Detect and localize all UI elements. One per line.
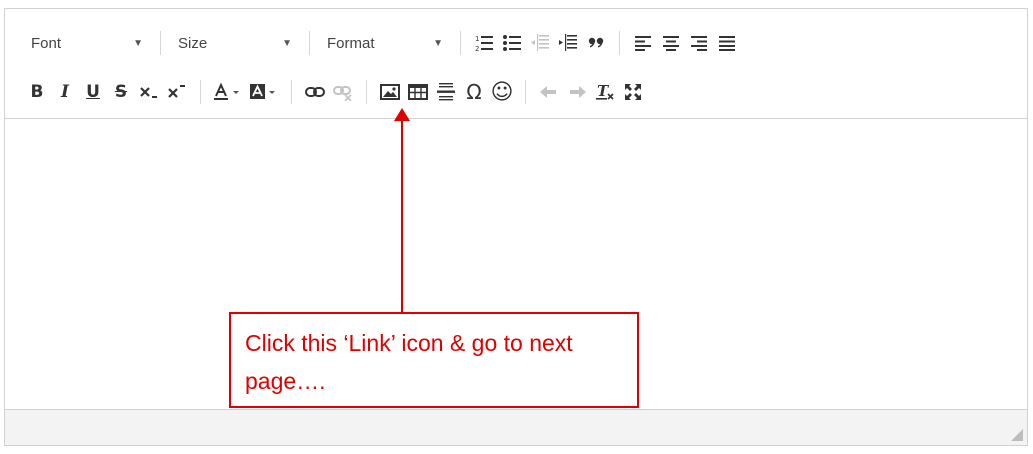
size-dropdown-label: Size: [178, 34, 208, 52]
strikethrough-icon: S: [114, 82, 128, 102]
unlink-button[interactable]: [329, 78, 357, 106]
svg-text:T: T: [597, 83, 610, 100]
horizontal-line-button[interactable]: [432, 78, 460, 106]
redo-icon: [570, 86, 586, 98]
toolbar-separator: [460, 31, 461, 55]
subscript-icon: [140, 87, 157, 98]
toolbar-row-2: B I U S Ω ☺ T: [23, 78, 647, 106]
chevron-down-icon: ▼: [282, 37, 292, 49]
format-dropdown[interactable]: Format ▼: [319, 29, 451, 57]
align-left-icon: [635, 36, 651, 51]
superscript-button[interactable]: [163, 78, 191, 106]
outdent-icon: [531, 34, 549, 51]
bold-icon: B: [30, 82, 44, 102]
toolbar-separator: [160, 31, 161, 55]
bold-button[interactable]: B: [23, 78, 51, 106]
svg-text:1: 1: [475, 35, 479, 43]
font-dropdown[interactable]: Font ▼: [23, 29, 151, 57]
underline-button[interactable]: U: [79, 78, 107, 106]
horizontal-line-icon: [437, 83, 455, 101]
annotation-callout: Click this ‘Link’ icon & go to next page…: [229, 312, 639, 408]
align-justify-icon: [719, 36, 735, 51]
link-icon: [305, 87, 325, 97]
align-right-icon: [691, 36, 707, 51]
maximize-icon: [625, 84, 641, 100]
toolbar-separator: [309, 31, 310, 55]
superscript-icon: [168, 85, 185, 98]
smiley-icon: ☺: [490, 79, 514, 105]
size-dropdown[interactable]: Size ▼: [170, 29, 300, 57]
underline-icon: U: [86, 82, 100, 102]
undo-icon: [540, 86, 556, 98]
resize-grip-icon[interactable]: [1011, 429, 1023, 441]
annotation-arrow-line: [401, 120, 403, 312]
toolbar-separator: [619, 31, 620, 55]
chevron-down-icon: ▼: [433, 37, 443, 49]
annotation-text: Click this ‘Link’ icon & go to next page…: [245, 330, 573, 394]
editor-toolbar: Font ▼ Size ▼ Format ▼ 1 2 B I U S Ω ☺ T: [5, 9, 1027, 119]
align-justify-button[interactable]: [713, 29, 741, 57]
align-left-button[interactable]: [629, 29, 657, 57]
align-center-icon: [663, 36, 679, 51]
maximize-button[interactable]: [619, 78, 647, 106]
smiley-button[interactable]: ☺: [488, 78, 516, 106]
special-character-button[interactable]: Ω: [460, 78, 488, 106]
format-dropdown-label: Format: [327, 34, 375, 52]
svg-text:2: 2: [475, 45, 479, 52]
toolbar-separator: [366, 80, 367, 104]
bulleted-list-icon: [503, 35, 521, 51]
numbered-list-icon: 1 2: [475, 35, 493, 52]
link-button[interactable]: [301, 78, 329, 106]
align-right-button[interactable]: [685, 29, 713, 57]
toolbar-row-1: Font ▼ Size ▼ Format ▼ 1 2: [23, 29, 741, 57]
italic-button[interactable]: I: [51, 78, 79, 106]
background-color-icon: [250, 84, 275, 99]
strikethrough-button[interactable]: S: [107, 78, 135, 106]
text-color-button[interactable]: [210, 78, 246, 106]
bulleted-list-button[interactable]: [498, 29, 526, 57]
toolbar-separator: [525, 80, 526, 104]
unlink-icon: [333, 86, 352, 101]
remove-format-button[interactable]: T: [591, 78, 619, 106]
background-color-button[interactable]: [246, 78, 282, 106]
table-icon: [408, 84, 428, 100]
align-center-button[interactable]: [657, 29, 685, 57]
remove-format-icon: T: [596, 83, 614, 100]
outdent-button[interactable]: [526, 29, 554, 57]
toolbar-separator: [291, 80, 292, 104]
toolbar-separator: [200, 80, 201, 104]
omega-icon: Ω: [466, 80, 482, 104]
image-button[interactable]: [376, 78, 404, 106]
numbered-list-button[interactable]: 1 2: [470, 29, 498, 57]
blockquote-button[interactable]: [582, 29, 610, 57]
table-button[interactable]: [404, 78, 432, 106]
image-icon: [380, 84, 400, 100]
subscript-button[interactable]: [135, 78, 163, 106]
indent-icon: [559, 34, 577, 51]
font-dropdown-label: Font: [31, 34, 62, 52]
chevron-down-icon: ▼: [133, 37, 143, 49]
italic-icon: I: [61, 82, 69, 102]
undo-button[interactable]: [535, 78, 563, 106]
blockquote-icon: [588, 37, 604, 48]
indent-button[interactable]: [554, 29, 582, 57]
editor-statusbar: [5, 409, 1027, 445]
redo-button[interactable]: [563, 78, 591, 106]
text-color-icon: [214, 83, 239, 100]
